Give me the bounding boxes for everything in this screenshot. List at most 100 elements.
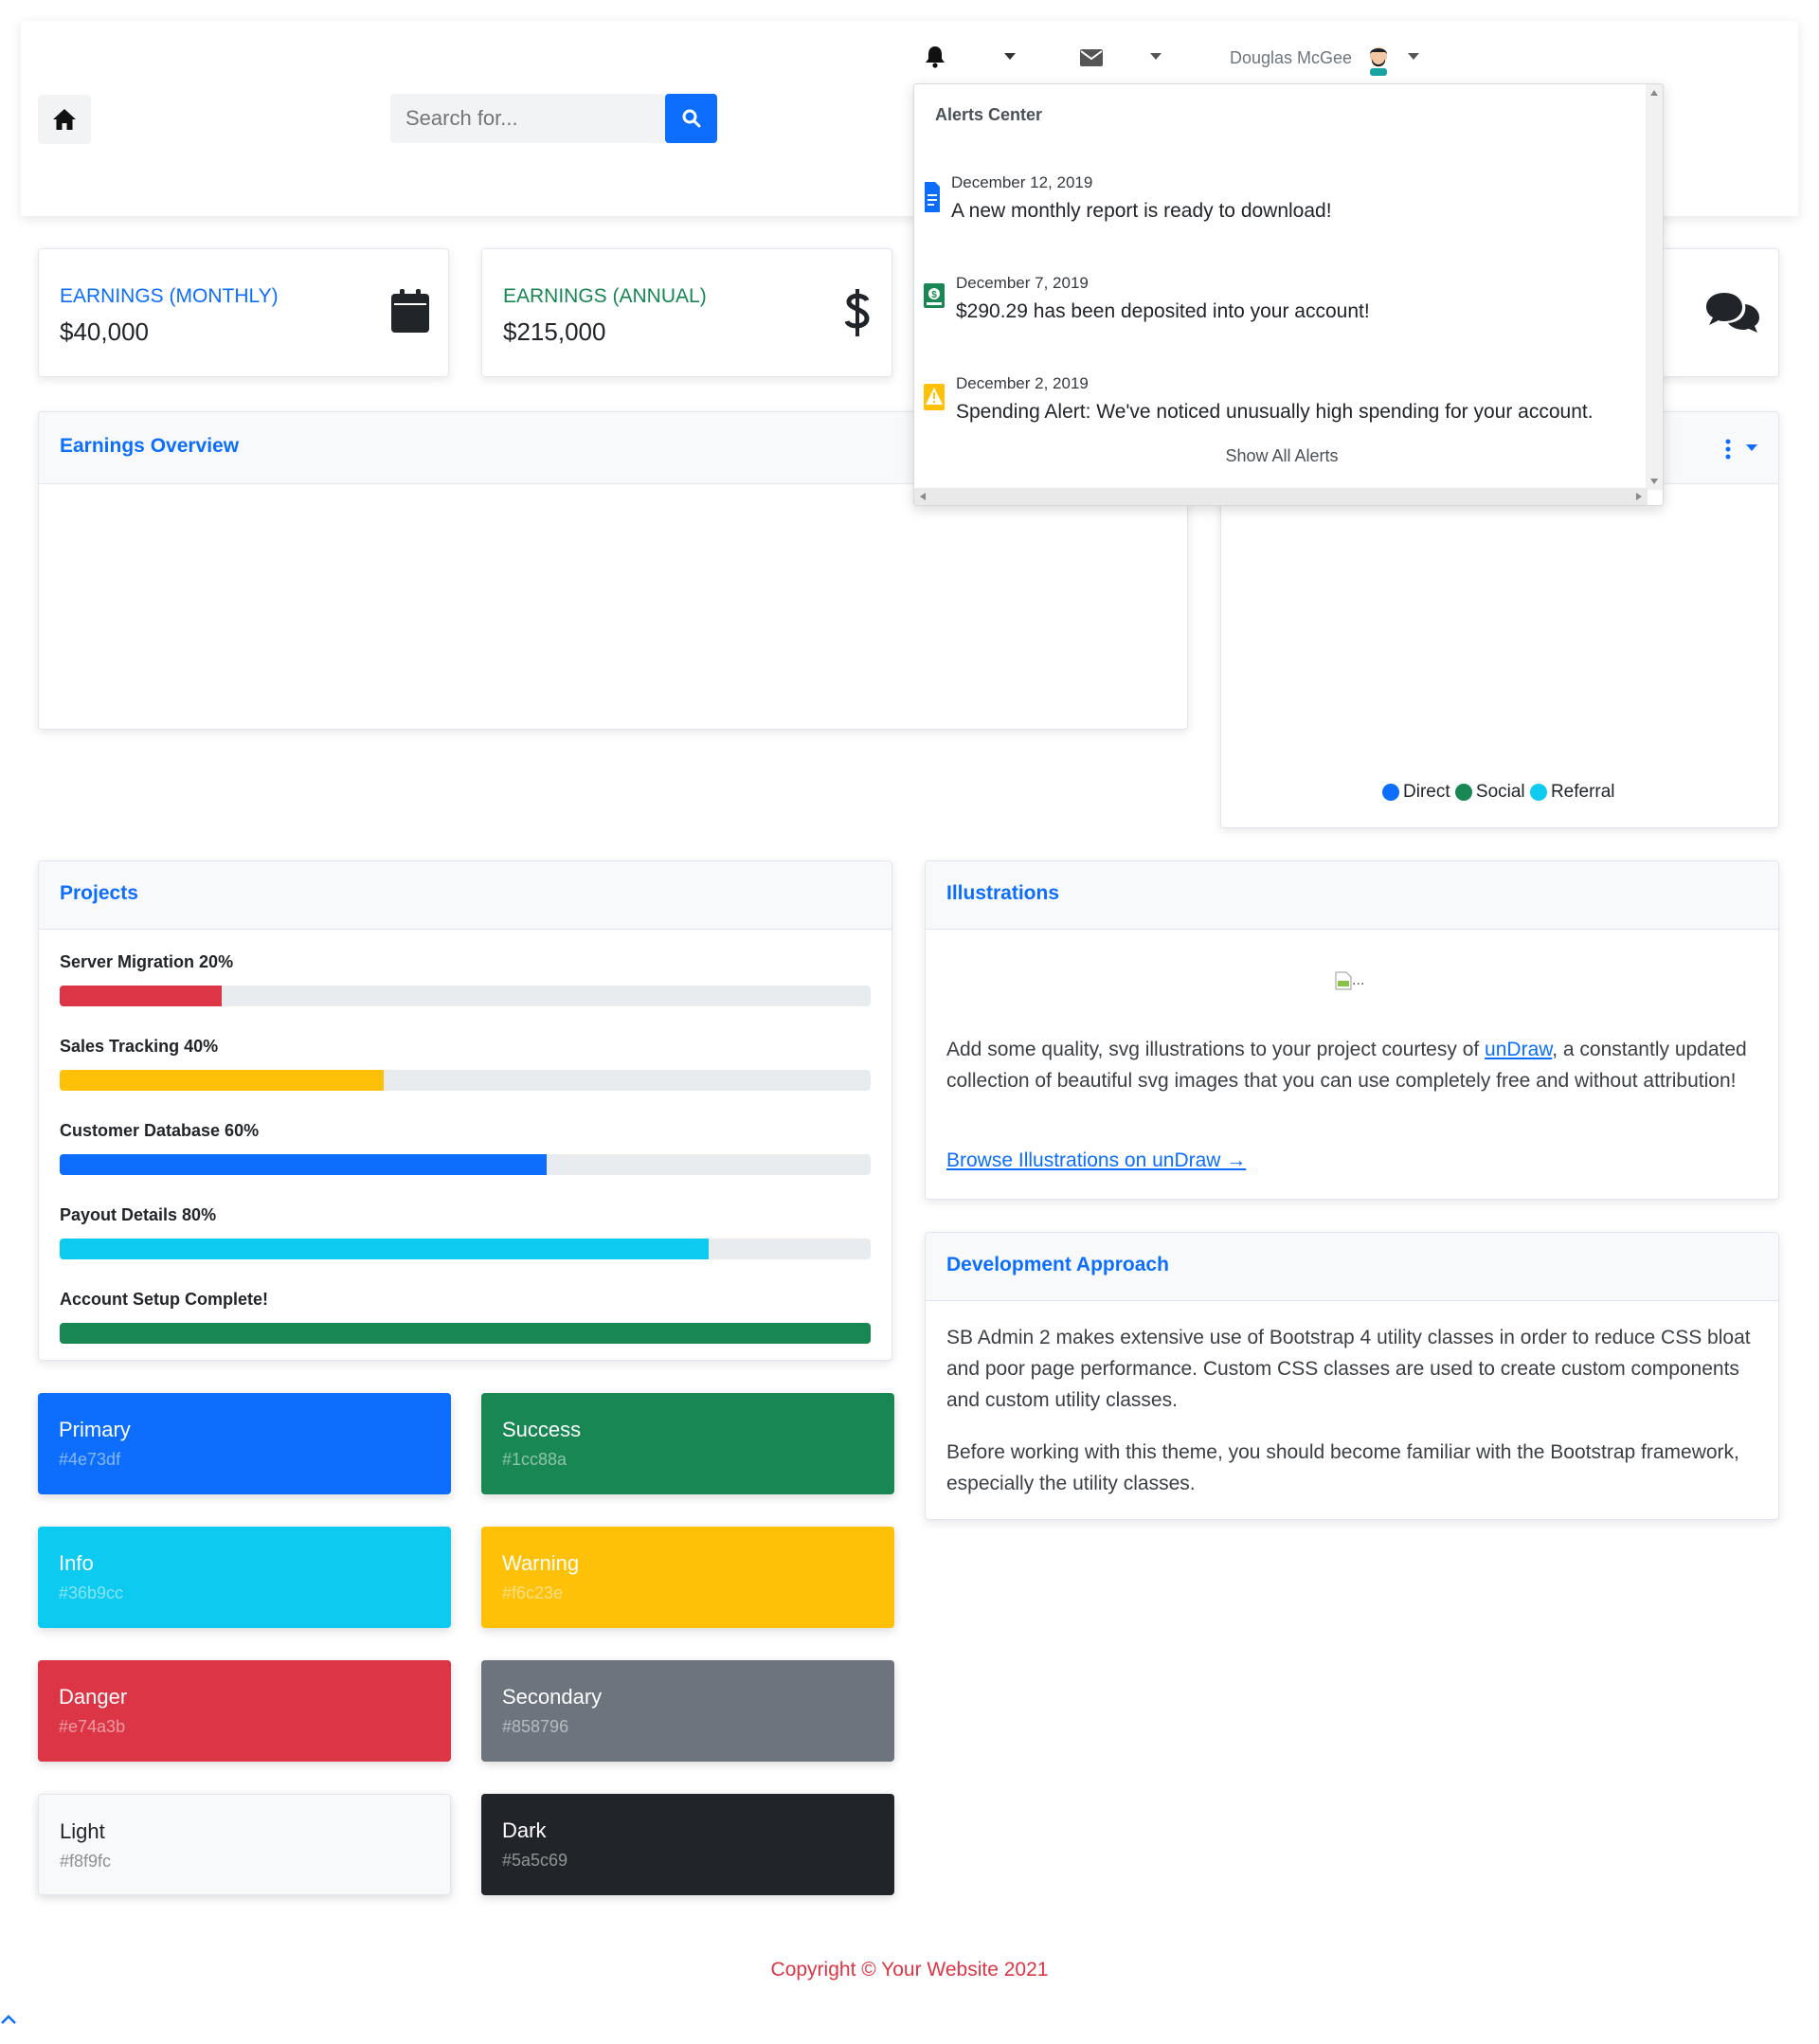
projects-card: Projects Server Migration 20% Sales Track…: [38, 860, 892, 1361]
chevron-down-icon: [1004, 53, 1016, 60]
color-hex: #f8f9fc: [60, 1852, 112, 1871]
stat-value: $40,000: [60, 317, 149, 346]
project-label: Payout Details 80%: [60, 1205, 217, 1224]
dollar-icon: [844, 289, 870, 336]
color-name: Warning: [502, 1551, 580, 1575]
card-header: Development Approach: [926, 1233, 1778, 1301]
illustrations-text: Add some quality, svg illustrations to y…: [946, 1034, 1761, 1096]
card-header: Illustrations: [926, 861, 1778, 930]
legend-dot: [1529, 784, 1547, 801]
development-paragraph-2: Before working with this theme, you shou…: [946, 1441, 1739, 1494]
legend-item-referral: Referral: [1529, 782, 1615, 803]
broken-image-icon: [1335, 971, 1352, 990]
search-icon: [682, 109, 700, 128]
color-name: Info: [59, 1551, 94, 1575]
color-card-light: Light #f8f9fc: [38, 1794, 451, 1895]
project-label: Sales Tracking 40%: [60, 1037, 219, 1056]
project-label: Customer Database 60%: [60, 1121, 260, 1140]
messages-toggle[interactable]: [1080, 44, 1163, 72]
card-title: Illustrations: [946, 882, 1060, 904]
illustrations-card: Illustrations ... Add some quality, svg …: [925, 860, 1779, 1200]
comments-icon: [1706, 293, 1759, 333]
color-card-secondary: Secondary #858796: [481, 1660, 894, 1762]
stat-value: $215,000: [503, 317, 606, 346]
bell-icon: [926, 46, 945, 68]
alert-text: $290.29 has been deposited into your acc…: [956, 300, 1370, 322]
alert-date: December 2, 2019: [956, 374, 1089, 392]
legend-label: Social: [1475, 782, 1525, 802]
legend-label: Direct: [1403, 782, 1450, 802]
color-card-info: Info #36b9cc: [38, 1527, 451, 1628]
color-card-primary: Primary #4e73df: [38, 1393, 451, 1494]
vertical-scrollbar[interactable]: [1646, 84, 1663, 490]
file-icon: [925, 182, 940, 212]
alert-text: Spending Alert: We've noticed unusually …: [956, 401, 1594, 423]
search-input[interactable]: [390, 94, 665, 143]
alert-date: December 7, 2019: [956, 274, 1089, 292]
alerts-dropdown: Alerts Center December 12, 2019 A new mo…: [913, 83, 1664, 506]
alert-date: December 12, 2019: [951, 173, 1093, 191]
donate-icon: $: [924, 283, 945, 308]
color-name: Success: [502, 1418, 582, 1441]
undraw-link[interactable]: unDraw: [1485, 1039, 1552, 1060]
search-form: [390, 94, 717, 143]
card-title: Development Approach: [946, 1254, 1169, 1275]
legend-item-social: Social: [1454, 782, 1525, 803]
user-dropdown[interactable]: Douglas McGee: [1230, 42, 1419, 80]
progress-bar: [60, 1323, 871, 1344]
progress-fill: [60, 1323, 871, 1344]
progress-fill: [60, 1154, 547, 1175]
arrow-up-icon: [1650, 90, 1658, 96]
alert-item[interactable]: December 2, 2019 Spending Alert: We've n…: [914, 359, 1649, 444]
stat-card-earnings-annual: EARNINGS (ANNUAL) $215,000: [481, 248, 892, 377]
color-name: Light: [60, 1819, 105, 1843]
legend-label: Referral: [1550, 782, 1615, 802]
browse-illustrations-link[interactable]: Browse Illustrations on unDraw →: [946, 1149, 1246, 1172]
color-name: Dark: [502, 1818, 547, 1842]
show-all-alerts-link[interactable]: Show All Alerts: [914, 446, 1649, 466]
chevron-up-icon: [1, 2015, 16, 2024]
alert-item[interactable]: December 12, 2019 A new monthly report i…: [914, 158, 1649, 244]
chevron-down-icon: [1746, 444, 1757, 451]
horizontal-scrollbar[interactable]: [914, 488, 1648, 505]
progress-bar: [60, 1154, 871, 1175]
alerts-header: Alerts Center: [935, 105, 1043, 124]
color-name: Secondary: [502, 1685, 603, 1709]
scroll-to-top-button[interactable]: [0, 2013, 19, 2032]
development-paragraph-1: SB Admin 2 makes extensive use of Bootst…: [946, 1327, 1751, 1411]
color-hex: #858796: [502, 1717, 569, 1736]
footer-copyright: Copyright © Your Website 2021: [770, 1959, 1049, 1981]
legend-dot: [1382, 784, 1399, 801]
color-card-success: Success #1cc88a: [481, 1393, 894, 1494]
home-icon: [53, 109, 76, 130]
illustration-image: ...: [1335, 971, 1364, 990]
arrow-left-icon: [920, 493, 926, 500]
chevron-down-icon: [1408, 53, 1419, 60]
project-label: Server Migration 20%: [60, 952, 234, 971]
stat-label: EARNINGS (MONTHLY): [60, 285, 279, 307]
search-button[interactable]: [665, 94, 717, 143]
envelope-icon: [1080, 49, 1103, 66]
arrow-down-icon: [1650, 479, 1658, 484]
color-hex: #e74a3b: [59, 1717, 126, 1736]
stat-label: EARNINGS (ANNUAL): [503, 285, 707, 307]
alerts-toggle[interactable]: [921, 44, 1016, 72]
progress-fill: [60, 1070, 385, 1091]
color-hex: #36b9cc: [59, 1583, 124, 1602]
warning-icon: [924, 384, 945, 410]
svg-text:$: $: [931, 290, 937, 300]
sidebar-toggle-button[interactable]: [38, 95, 91, 144]
card-title: Projects: [60, 882, 138, 904]
progress-fill: [60, 986, 223, 1006]
color-card-danger: Danger #e74a3b: [38, 1660, 451, 1762]
image-alt-text: ...: [1352, 972, 1365, 989]
calendar-icon: [391, 289, 429, 333]
alert-text: A new monthly report is ready to downloa…: [951, 200, 1332, 222]
color-name: Primary: [59, 1418, 131, 1441]
alert-item[interactable]: $ December 7, 2019 $290.29 has been depo…: [914, 259, 1649, 344]
color-name: Danger: [59, 1685, 128, 1709]
more-options-dropdown[interactable]: [1720, 437, 1765, 465]
card-header: Projects: [39, 861, 891, 930]
stat-card-earnings-monthly: EARNINGS (MONTHLY) $40,000: [38, 248, 449, 377]
ellipsis-vertical-icon: [1725, 439, 1731, 460]
